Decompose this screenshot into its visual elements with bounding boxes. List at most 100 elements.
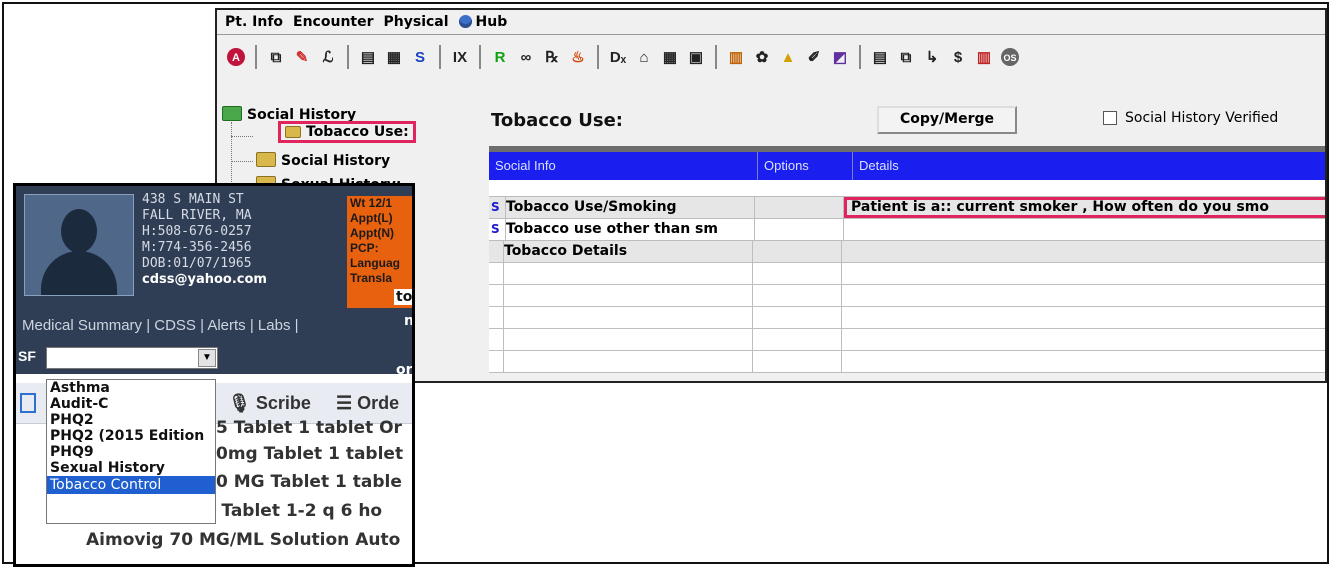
sb-icon[interactable]: $ — [947, 46, 969, 68]
flag-pcp: PCP: — [350, 241, 379, 255]
books-icon[interactable]: ▥ — [973, 46, 995, 68]
flag-appt-next: Appt(N) — [350, 226, 394, 240]
table-row[interactable]: S Tobacco Use/Smoking Patient is a:: cur… — [489, 197, 1325, 219]
tree-item-label: Social History — [281, 153, 391, 169]
row-options[interactable] — [755, 219, 844, 240]
table-row-empty[interactable] — [489, 329, 1325, 351]
os-icon[interactable]: OS — [999, 46, 1021, 68]
dropdown-option[interactable]: PHQ2 (2015 Edition — [47, 428, 215, 444]
list-icon: ☰ — [336, 393, 353, 413]
microphone-icon: 🎙 — [228, 393, 251, 413]
ix-icon[interactable]: IX — [449, 46, 471, 68]
row-details-highlight[interactable]: Patient is a:: current smoker , How ofte… — [844, 197, 1325, 218]
tab-orders[interactable]: ☰ Orde — [336, 393, 399, 414]
table-row[interactable]: S Tobacco use other than sm — [489, 219, 1325, 241]
glasses-icon[interactable]: ∞ — [515, 46, 537, 68]
menu-pt-info[interactable]: Pt. Info — [225, 14, 283, 30]
copy-merge-button[interactable]: Copy/Merge — [877, 106, 1017, 134]
tree-item-partial: ory — [396, 362, 413, 378]
menu-hub-label: Hub — [475, 14, 508, 30]
list-icon[interactable]: ▤ — [357, 46, 379, 68]
menu-physical[interactable]: Physical — [384, 14, 449, 30]
folder-icon — [256, 152, 276, 167]
tree-item-social-history[interactable]: Social History — [256, 152, 390, 169]
row-details[interactable] — [842, 241, 1325, 262]
folder-open-icon — [222, 106, 242, 121]
pen-icon[interactable]: ✎ — [291, 46, 313, 68]
menu-bar: Pt. Info Encounter Physical Hub — [217, 10, 1325, 35]
copy2-icon[interactable]: ⧉ — [895, 46, 917, 68]
r-icon[interactable]: R — [489, 46, 511, 68]
lab-icon[interactable]: ⌂ — [633, 46, 655, 68]
grid-spacer — [489, 180, 1325, 197]
row-details[interactable] — [844, 219, 1325, 240]
dropdown-option[interactable]: PHQ9 — [47, 444, 215, 460]
card-nav[interactable]: Medical Summary | CDSS | Alerts | Labs | — [16, 310, 412, 342]
grid-header: Social Info Options Details — [489, 146, 1325, 180]
tab-scribe[interactable]: 🎙 Scribe — [228, 393, 311, 414]
computer-icon[interactable]: ▣ — [685, 46, 707, 68]
sf-select[interactable]: ▼ — [46, 347, 218, 369]
table-row-empty[interactable] — [489, 307, 1325, 329]
table-row-empty[interactable] — [489, 351, 1325, 373]
grid-icon[interactable]: ▦ — [659, 46, 681, 68]
dropdown-option[interactable]: Sexual History — [47, 460, 215, 476]
folder-icon — [285, 126, 301, 138]
folder-icon[interactable]: ◩ — [829, 46, 851, 68]
patient-dob: DOB:01/07/1965 — [142, 256, 252, 271]
table-row[interactable]: Tobacco Details — [489, 241, 1325, 263]
verified-checkbox[interactable] — [1103, 111, 1117, 125]
list-item[interactable]: 5 Tablet 1 tablet Or — [216, 418, 402, 438]
row-options[interactable] — [753, 241, 842, 262]
col-social-info[interactable]: Social Info — [489, 152, 758, 180]
list-item[interactable]: 0mg Tablet 1 tablet — [216, 444, 403, 464]
sf-dropdown: Asthma Audit-C PHQ2 PHQ2 (2015 Edition P… — [46, 379, 216, 524]
bell-icon[interactable]: ▲ — [777, 46, 799, 68]
s-icon[interactable]: S — [409, 46, 431, 68]
list-item[interactable]: Aimovig 70 MG/ML Solution Auto — [86, 530, 400, 550]
toolbar-separator — [859, 45, 861, 69]
copy-icon[interactable]: ⧉ — [265, 46, 287, 68]
tree-item-tobacco-use[interactable]: Tobacco Use: — [278, 121, 416, 143]
col-details[interactable]: Details — [853, 152, 1325, 180]
tree-line — [231, 161, 253, 162]
chevron-down-icon[interactable]: ▼ — [198, 349, 216, 367]
avatar — [24, 194, 134, 296]
table-row-empty[interactable] — [489, 285, 1325, 307]
fire-icon[interactable]: ♨ — [567, 46, 589, 68]
svg-text:OS: OS — [1003, 53, 1016, 63]
flag-translator: Transla — [350, 271, 393, 285]
row-info: Tobacco Use/Smoking — [506, 197, 755, 218]
pencil-icon[interactable]: ✐ — [803, 46, 825, 68]
patient-card: 438 S MAIN ST FALL RIVER, MA H:508-676-0… — [13, 183, 415, 567]
dx-icon[interactable]: Dₓ — [607, 46, 629, 68]
row-icon-cell — [489, 241, 504, 262]
dropdown-option[interactable]: PHQ2 — [47, 412, 215, 428]
row-info: Tobacco Details — [504, 241, 753, 262]
patient-email[interactable]: cdss@yahoo.com — [142, 272, 267, 288]
sf-label: SF — [18, 348, 36, 364]
hub-icon — [458, 15, 472, 28]
s-icon: S — [489, 219, 506, 240]
stop-icon[interactable]: A — [225, 46, 247, 68]
col-options[interactable]: Options — [758, 152, 853, 180]
patient-header: 438 S MAIN ST FALL RIVER, MA H:508-676-0… — [16, 186, 412, 310]
rx-icon[interactable]: ℞ — [541, 46, 563, 68]
sign-icon[interactable]: ℒ — [317, 46, 339, 68]
chart-icon[interactable]: ▦ — [383, 46, 405, 68]
dropdown-option[interactable]: Audit-C — [47, 396, 215, 412]
table-row-empty[interactable] — [489, 263, 1325, 285]
row-options[interactable] — [755, 197, 844, 218]
book-icon[interactable]: ▥ — [725, 46, 747, 68]
gift-icon[interactable]: ✿ — [751, 46, 773, 68]
list-item[interactable]: 0 MG Tablet 1 table — [216, 472, 402, 492]
dropdown-option[interactable]: Asthma — [47, 380, 215, 396]
menu-encounter[interactable]: Encounter — [293, 14, 373, 30]
social-info-grid: Social Info Options Details S Tobacco Us… — [489, 146, 1325, 373]
flow-icon[interactable]: ↳ — [921, 46, 943, 68]
clipboard-icon[interactable] — [20, 393, 36, 418]
doc-icon[interactable]: ▤ — [869, 46, 891, 68]
dropdown-option-selected[interactable]: Tobacco Control — [47, 476, 215, 494]
social-history-verified[interactable]: Social History Verified — [1103, 110, 1278, 126]
menu-hub[interactable]: Hub — [458, 14, 508, 30]
